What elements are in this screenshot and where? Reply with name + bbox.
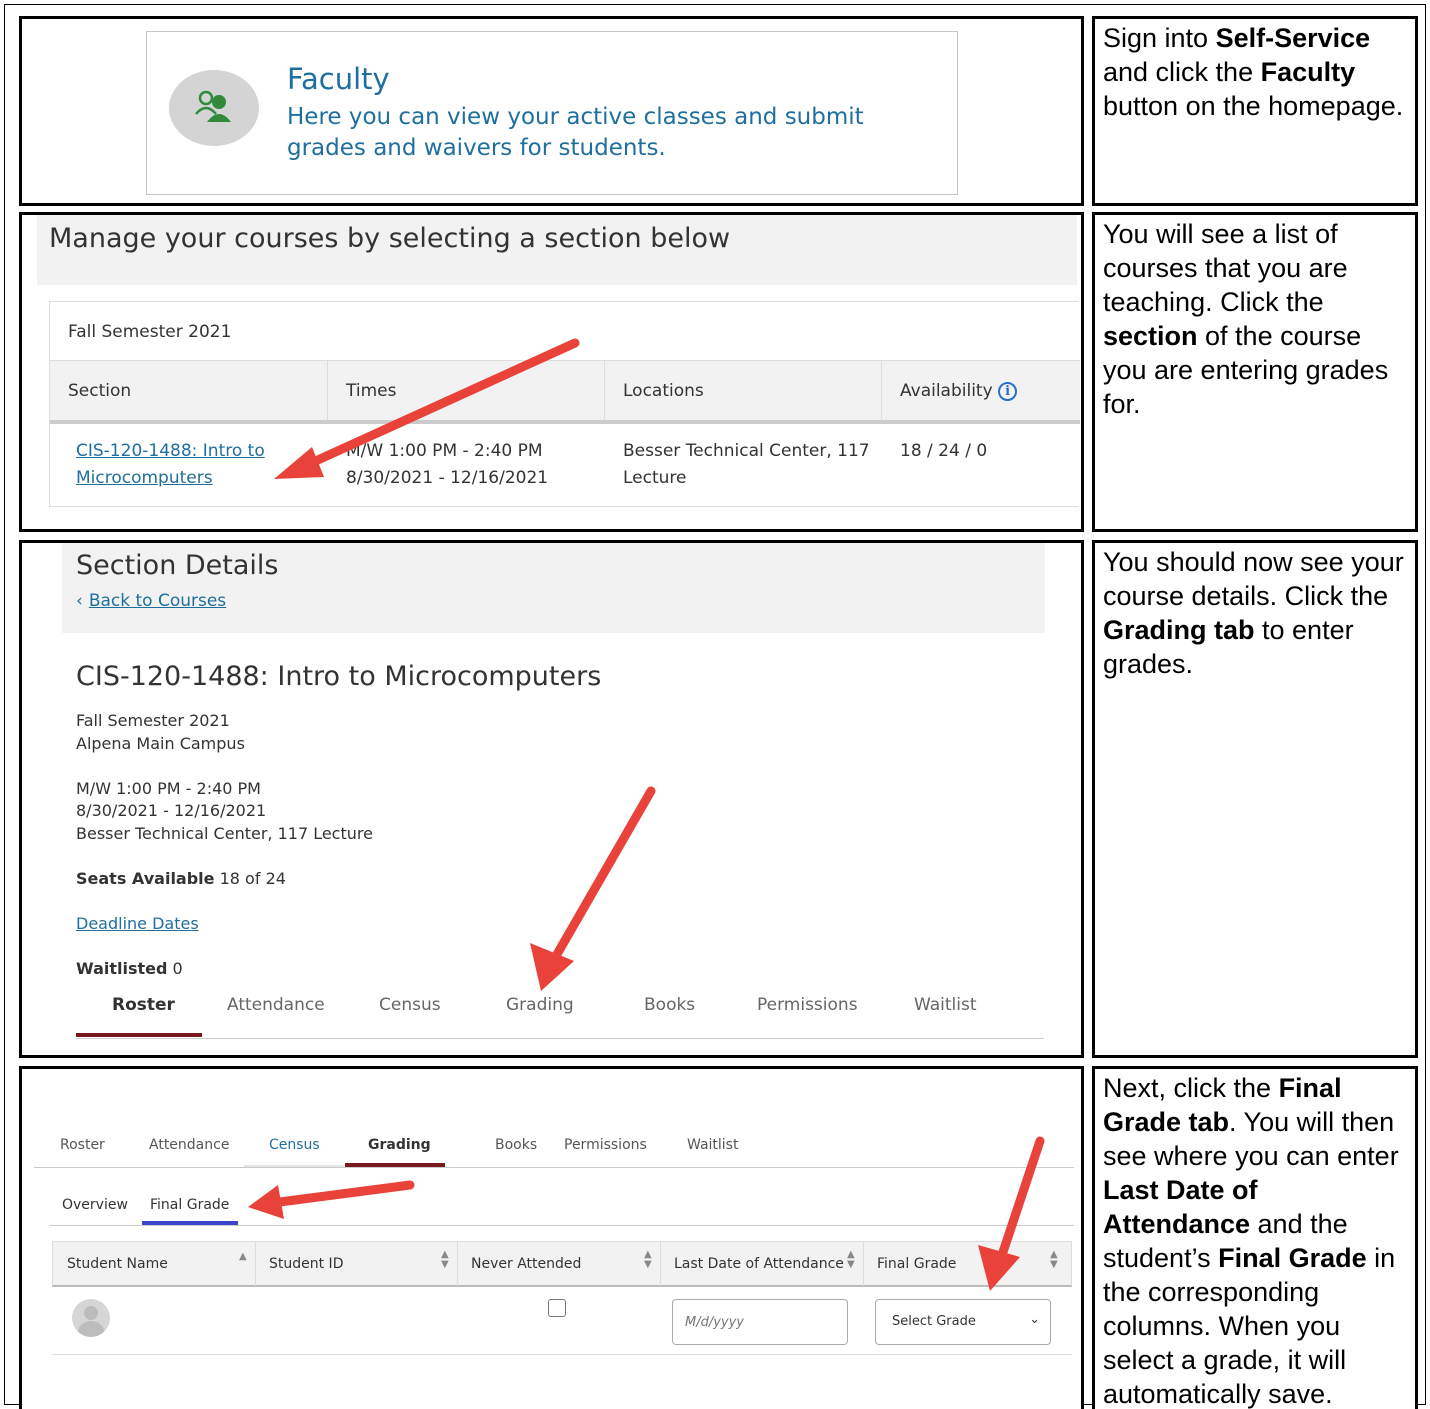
deadline-dates-link[interactable]: Deadline Dates: [76, 914, 199, 933]
column-header-availability: Availability i: [900, 381, 1018, 401]
page-title: Section Details: [76, 550, 279, 581]
step2-instruction-cell: You will see a list of courses that you …: [1092, 212, 1418, 532]
page-title: Manage your courses by selecting a secti…: [49, 223, 731, 254]
step2-instruction: You will see a list of courses that you …: [1103, 219, 1389, 419]
subtab-final-grade[interactable]: Final Grade: [150, 1197, 229, 1213]
tab-permissions[interactable]: Permissions: [757, 995, 858, 1015]
tab-waitlist[interactable]: Waitlist: [914, 995, 977, 1015]
column-header-student-name[interactable]: Student Name: [67, 1256, 168, 1272]
tab-roster[interactable]: Roster: [60, 1137, 105, 1153]
sort-icon[interactable]: ▲ ▼: [1050, 1250, 1058, 1270]
column-header-last-date-of-attendance[interactable]: Last Date of Attendance: [674, 1256, 844, 1272]
tab-attendance[interactable]: Attendance: [227, 995, 325, 1015]
course-times: M/W 1:00 PM - 2:40 PM: [76, 779, 261, 798]
section-details-header: Section Details ‹ Back to Courses: [62, 543, 1045, 633]
step4-instruction: Next, click the Final Grade tab. You wil…: [1103, 1073, 1399, 1409]
table-row: Select Grade ⌄: [52, 1287, 1072, 1355]
column-header-final-grade[interactable]: Final Grade: [877, 1256, 956, 1272]
back-to-courses-link[interactable]: ‹ Back to Courses: [76, 591, 226, 611]
arrows-step4: [248, 1136, 1045, 1291]
last-date-of-attendance-input[interactable]: [672, 1299, 848, 1345]
final-grade-select[interactable]: Select Grade ⌄: [875, 1299, 1051, 1345]
info-icon[interactable]: i: [998, 381, 1018, 401]
tab-grading[interactable]: Grading: [368, 1137, 431, 1153]
chevron-left-icon: ‹: [76, 591, 83, 611]
step3-instruction: You should now see your course details. …: [1103, 547, 1404, 679]
column-header-section: Section: [68, 381, 132, 401]
tab-books[interactable]: Books: [644, 995, 695, 1015]
step1-screenshot: Faculty Here you can view your active cl…: [19, 16, 1084, 206]
section-link[interactable]: CIS-120-1488: Intro to Microcomputers: [76, 438, 265, 492]
section-location: Besser Technical Center, 117 Lecture: [623, 441, 870, 488]
tab-census[interactable]: Census: [379, 995, 441, 1015]
column-header-times: Times: [346, 381, 397, 401]
step1-instruction-cell: Sign into Self-Service and click the Fac…: [1092, 16, 1418, 206]
faculty-button[interactable]: Faculty Here you can view your active cl…: [146, 31, 958, 195]
tab-attendance[interactable]: Attendance: [149, 1137, 229, 1153]
step4-screenshot: Roster Attendance Census Grading Books P…: [19, 1066, 1084, 1409]
tab-grading[interactable]: Grading: [506, 995, 574, 1015]
step4-instruction-cell: Next, click the Final Grade tab. You wil…: [1092, 1066, 1418, 1409]
term-label: Fall Semester 2021: [68, 322, 232, 342]
subtab-overview[interactable]: Overview: [62, 1197, 128, 1213]
course-dates: 8/30/2021 - 12/16/2021: [76, 801, 267, 820]
course-location: Besser Technical Center, 117 Lecture: [76, 824, 373, 843]
active-tab-underline: [345, 1163, 445, 1167]
sort-asc-icon[interactable]: ▲: [239, 1252, 247, 1262]
faculty-description: Here you can view your active classes an…: [287, 104, 864, 161]
tab-roster[interactable]: Roster: [112, 995, 175, 1015]
step3-screenshot: Section Details ‹ Back to Courses CIS-120…: [19, 540, 1084, 1058]
step1-instruction: Sign into Self-Service and click the Fac…: [1103, 23, 1404, 121]
sort-icon[interactable]: ▲ ▼: [847, 1250, 855, 1270]
sort-icon[interactable]: ▲ ▼: [441, 1250, 449, 1270]
column-header-never-attended[interactable]: Never Attended: [471, 1256, 581, 1272]
course-title: CIS-120-1488: Intro to Microcomputers: [76, 661, 602, 692]
tab-permissions[interactable]: Permissions: [564, 1137, 647, 1153]
manage-courses-header: Manage your courses by selecting a secti…: [37, 215, 1077, 285]
step3-instruction-cell: You should now see your course details. …: [1092, 540, 1418, 1058]
section-times: M/W 1:00 PM - 2:40 PM 8/30/2021 - 12/16/…: [346, 441, 549, 488]
chevron-down-icon: ⌄: [1029, 1312, 1040, 1327]
avatar: [72, 1299, 110, 1337]
seats-available: Seats Available 18 of 24: [76, 869, 286, 888]
course-term: Fall Semester 2021: [76, 711, 230, 730]
tab-census[interactable]: Census: [269, 1137, 320, 1153]
sort-icon[interactable]: ▲ ▼: [644, 1250, 652, 1270]
section-tabs: Roster Attendance Census Grading Books P…: [76, 983, 1044, 1039]
step2-screenshot: Manage your courses by selecting a secti…: [19, 212, 1084, 532]
courses-panel: Fall Semester 2021 Section Times Locatio…: [49, 301, 1080, 507]
subtab-divider: [50, 1225, 1074, 1226]
active-tab-underline: [76, 1033, 202, 1037]
tab-books[interactable]: Books: [495, 1137, 537, 1153]
waitlisted: Waitlisted 0: [76, 959, 183, 978]
faculty-title: Faculty: [287, 62, 390, 96]
tab-divider: [34, 1167, 1074, 1168]
tab-waitlist[interactable]: Waitlist: [687, 1137, 738, 1153]
section-availability: 18 / 24 / 0: [900, 441, 988, 461]
census-tab-hover-underline: [244, 1165, 344, 1167]
column-header-locations: Locations: [623, 381, 704, 401]
courses-table-header: Section Times Locations Availability i: [50, 360, 1080, 424]
faculty-people-icon: [169, 70, 259, 146]
course-campus: Alpena Main Campus: [76, 734, 245, 753]
grading-table-header: Student Name ▲ Student ID ▲ ▼ Never Atten…: [52, 1241, 1072, 1287]
never-attended-checkbox[interactable]: [548, 1299, 566, 1317]
column-header-student-id[interactable]: Student ID: [269, 1256, 343, 1272]
